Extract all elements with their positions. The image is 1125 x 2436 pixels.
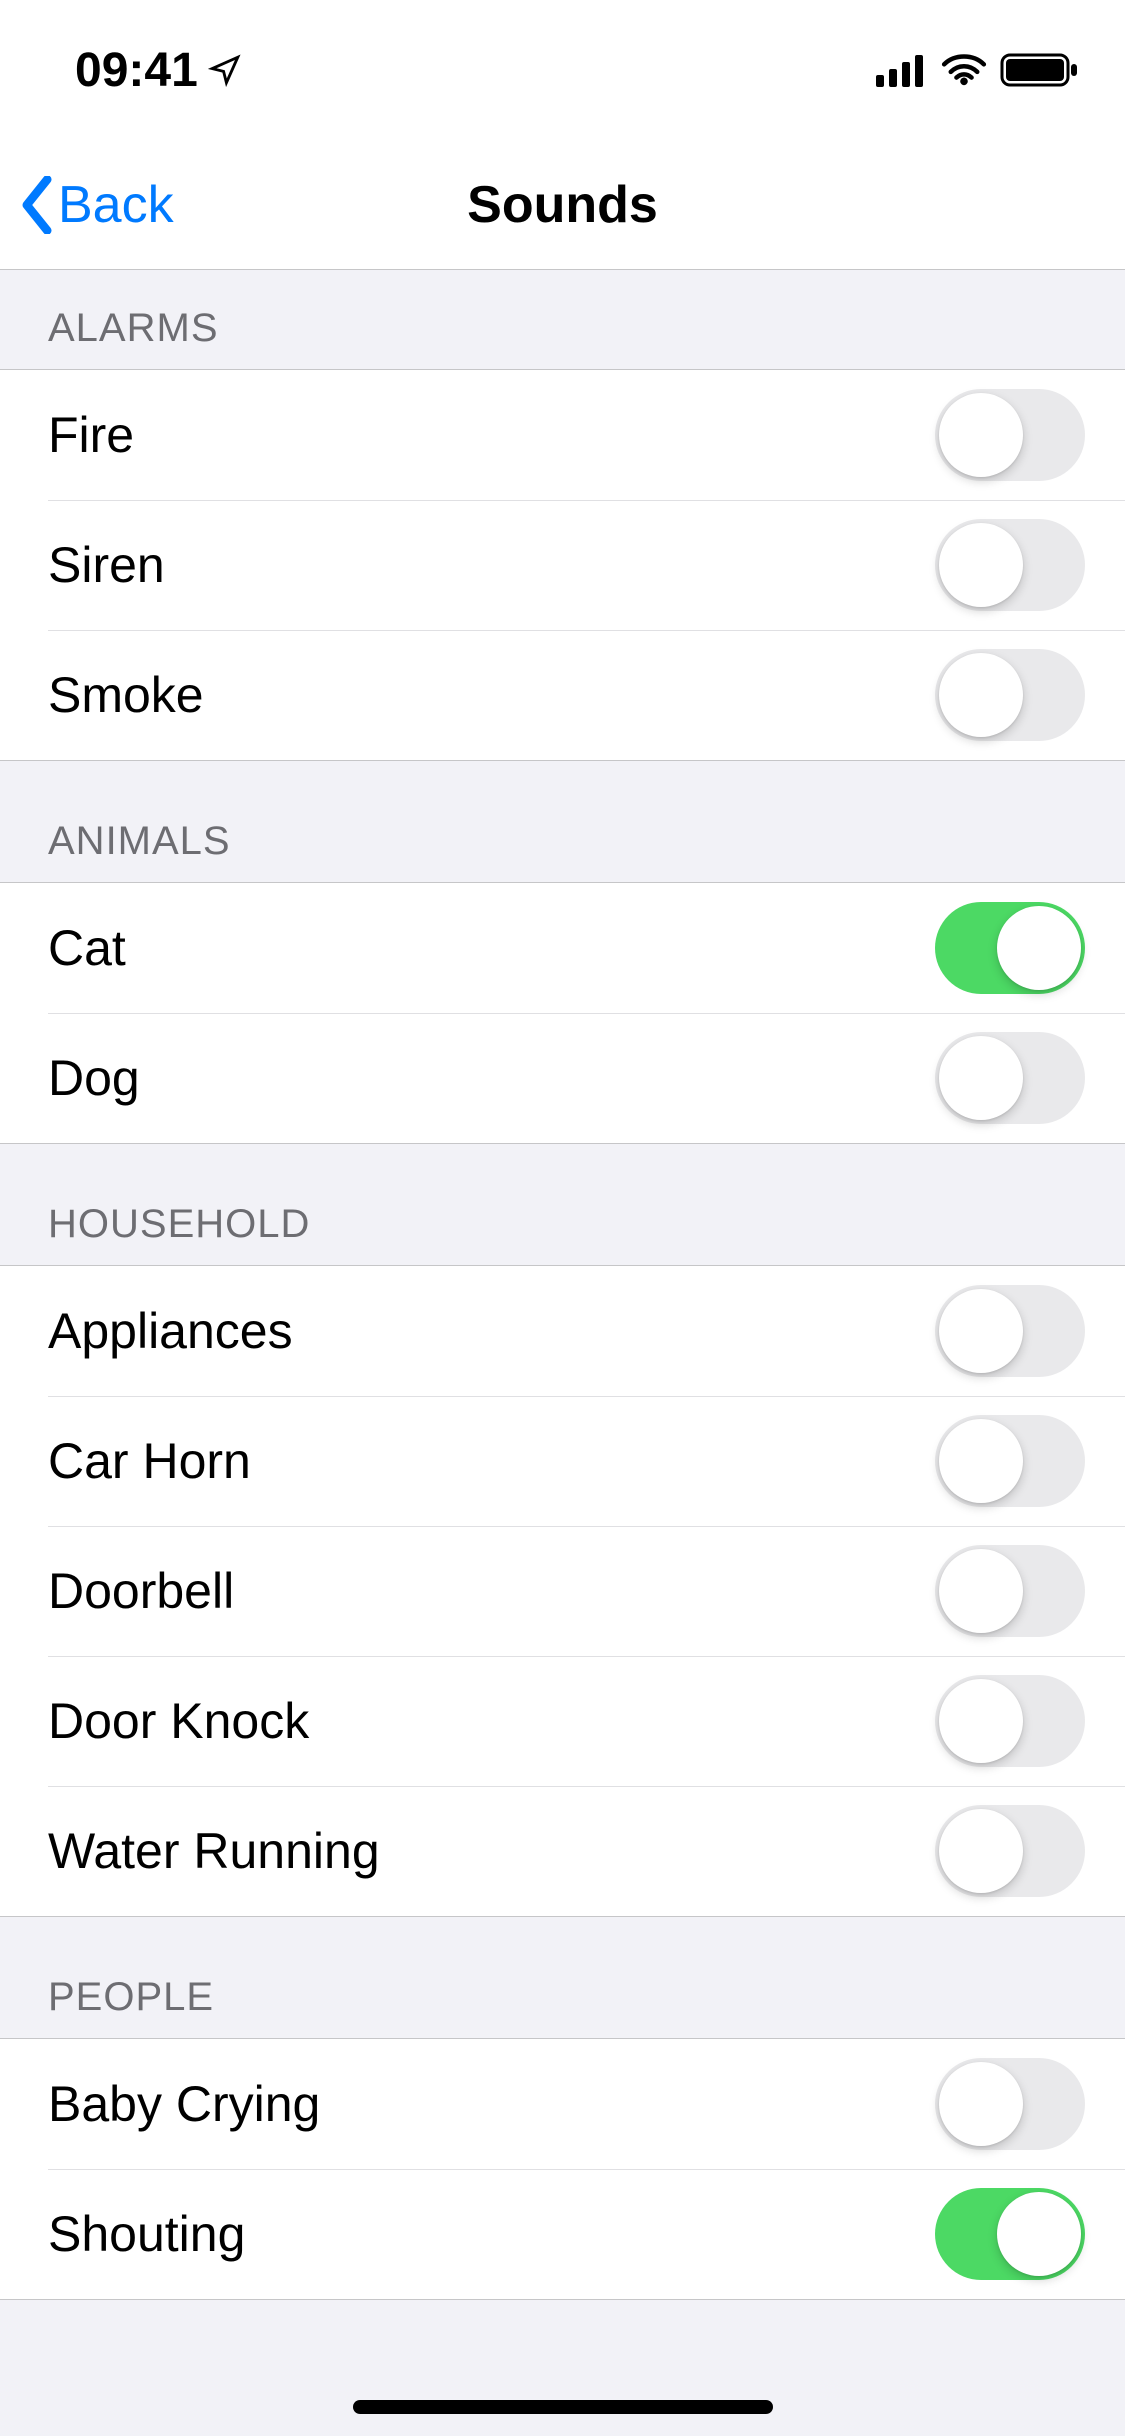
row-baby-crying: Baby Crying: [0, 2039, 1125, 2169]
navigation-bar: Back Sounds: [0, 140, 1125, 270]
row-appliances: Appliances: [0, 1266, 1125, 1396]
row-shouting: Shouting: [0, 2169, 1125, 2299]
status-bar: 09:41: [0, 0, 1125, 140]
row-label-car-horn: Car Horn: [48, 1432, 935, 1490]
toggle-fire[interactable]: [935, 389, 1085, 481]
row-label-door-knock: Door Knock: [48, 1692, 935, 1750]
row-label-water-running: Water Running: [48, 1822, 935, 1880]
back-button[interactable]: Back: [18, 175, 174, 235]
section-rows-animals: Cat Dog: [0, 882, 1125, 1144]
row-label-baby-crying: Baby Crying: [48, 2075, 935, 2133]
row-dog: Dog: [0, 1013, 1125, 1143]
toggle-siren[interactable]: [935, 519, 1085, 611]
row-label-appliances: Appliances: [48, 1302, 935, 1360]
toggle-doorbell[interactable]: [935, 1545, 1085, 1637]
section-header-household: Household: [0, 1144, 1125, 1265]
toggle-door-knock[interactable]: [935, 1675, 1085, 1767]
row-label-shouting: Shouting: [48, 2205, 935, 2263]
row-label-smoke: Smoke: [48, 666, 935, 724]
toggle-smoke[interactable]: [935, 649, 1085, 741]
battery-icon: [1000, 51, 1080, 89]
toggle-appliances[interactable]: [935, 1285, 1085, 1377]
row-cat: Cat: [0, 883, 1125, 1013]
row-doorbell: Doorbell: [0, 1526, 1125, 1656]
row-siren: Siren: [0, 500, 1125, 630]
toggle-cat[interactable]: [935, 902, 1085, 994]
toggle-dog[interactable]: [935, 1032, 1085, 1124]
row-smoke: Smoke: [0, 630, 1125, 760]
section-header-people: People: [0, 1917, 1125, 2038]
toggle-baby-crying[interactable]: [935, 2058, 1085, 2150]
wifi-icon: [940, 53, 988, 87]
toggle-shouting[interactable]: [935, 2188, 1085, 2280]
row-label-dog: Dog: [48, 1049, 935, 1107]
toggle-water-running[interactable]: [935, 1805, 1085, 1897]
toggle-car-horn[interactable]: [935, 1415, 1085, 1507]
row-label-fire: Fire: [48, 406, 935, 464]
row-label-siren: Siren: [48, 536, 935, 594]
section-header-alarms: Alarms: [0, 270, 1125, 369]
back-label: Back: [58, 175, 174, 235]
row-water-running: Water Running: [0, 1786, 1125, 1916]
cellular-icon: [876, 53, 928, 87]
row-car-horn: Car Horn: [0, 1396, 1125, 1526]
section-rows-people: Baby Crying Shouting: [0, 2038, 1125, 2300]
location-icon: [208, 53, 242, 87]
home-indicator[interactable]: [353, 2400, 773, 2414]
row-label-cat: Cat: [48, 919, 935, 977]
status-time: 09:41: [75, 43, 198, 98]
section-rows-household: Appliances Car Horn Doorbell Door Knock Wate…: [0, 1265, 1125, 1917]
section-header-animals: Animals: [0, 761, 1125, 882]
row-door-knock: Door Knock: [0, 1656, 1125, 1786]
section-rows-alarms: Fire Siren Smoke: [0, 369, 1125, 761]
row-fire: Fire: [0, 370, 1125, 500]
row-label-doorbell: Doorbell: [48, 1562, 935, 1620]
chevron-left-icon: [18, 176, 56, 234]
table-view[interactable]: Alarms Fire Siren Smoke Animals Cat Dog Househo…: [0, 270, 1125, 2436]
